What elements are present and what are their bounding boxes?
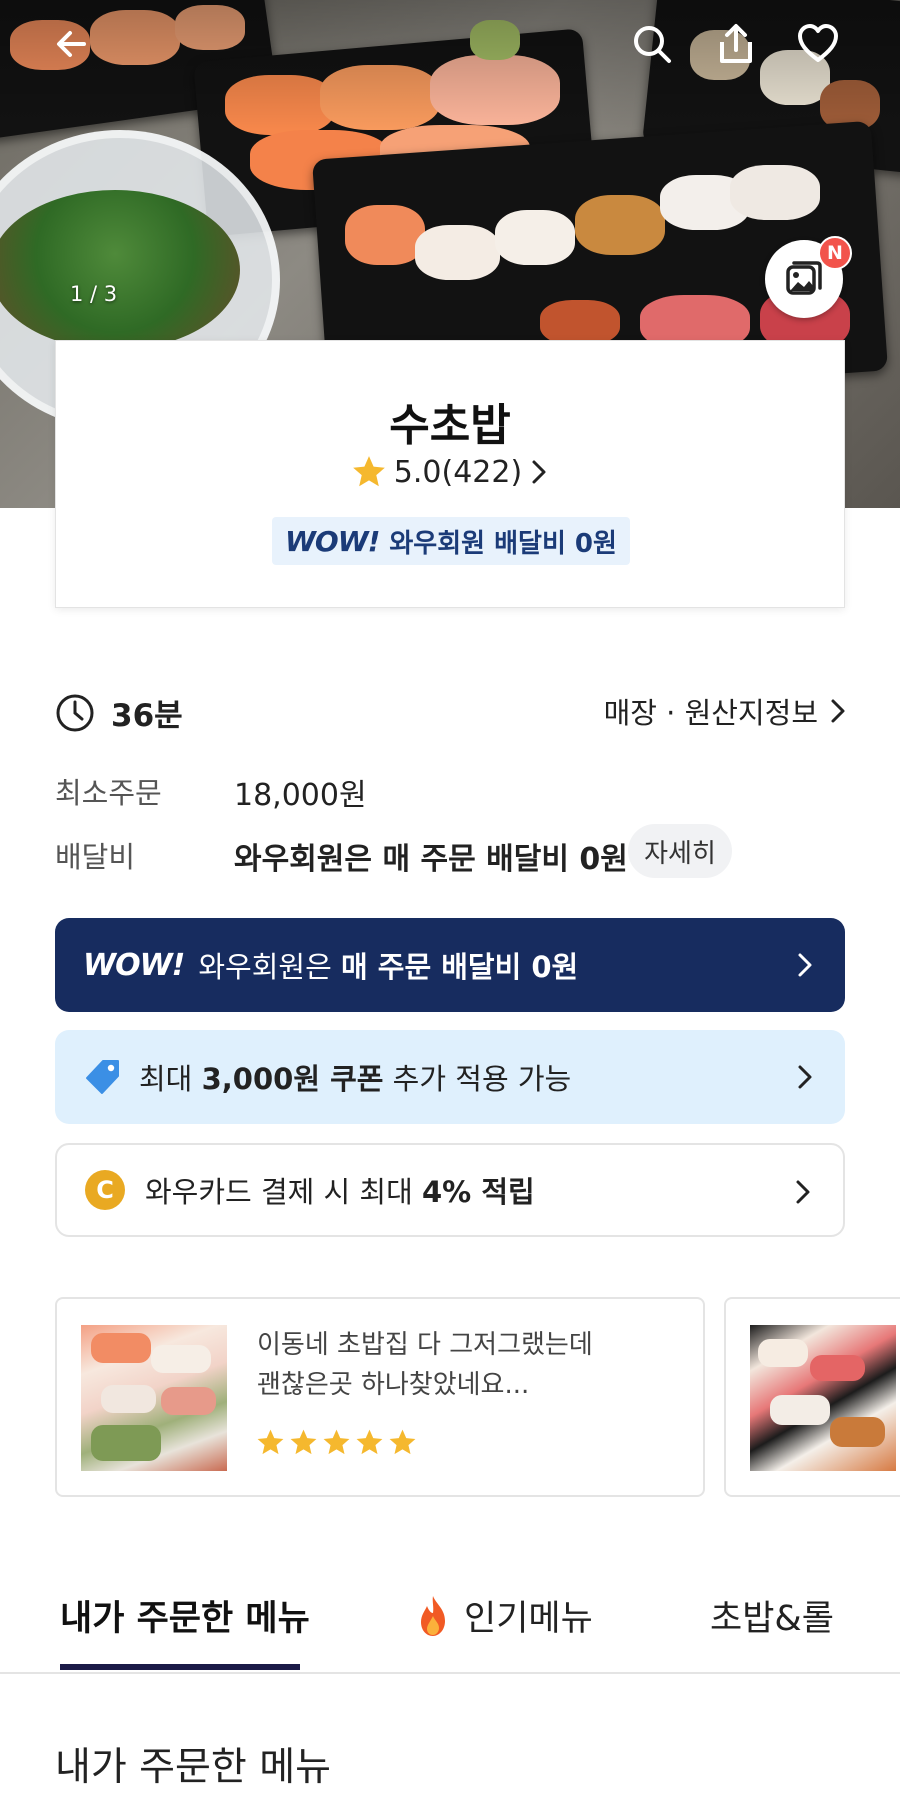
coin-icon: C: [85, 1170, 125, 1210]
arrow-left-icon: [57, 31, 86, 57]
star-icon: [323, 1429, 350, 1455]
share-button[interactable]: [708, 16, 764, 72]
tab-label: 초밥&롤: [710, 1599, 834, 1639]
chevron-right-icon: [798, 953, 812, 977]
review-photo: [750, 1325, 896, 1471]
review-card[interactable]: [724, 1297, 900, 1497]
tab-label: 인기메뉴: [464, 1599, 593, 1639]
origin-link-label: 매장 · 원산지정보: [603, 696, 818, 730]
review-rating: [255, 1427, 418, 1458]
coupon-tag-icon: [86, 1060, 119, 1094]
star-icon: [290, 1429, 317, 1455]
rating-score: 5.0: [393, 454, 442, 490]
coupon-banner[interactable]: 최대 3,000원 쿠폰 추가 적용 가능: [55, 1030, 845, 1124]
store-info-card: 수초밥 5.0 (422) WOW! 와우회원 배달비 0원: [55, 340, 845, 608]
clock-icon: [56, 694, 94, 731]
tab-popular-menu[interactable]: 인기메뉴: [412, 1590, 593, 1641]
rating-link[interactable]: 5.0 (422): [56, 453, 844, 491]
favorite-button[interactable]: [790, 16, 846, 72]
wow-banner-bold: 매 주문 배달비 0원: [341, 950, 579, 984]
min-order-value: 18,000원: [234, 778, 367, 813]
wow-logo: WOW!: [285, 524, 380, 558]
heart-icon: [798, 24, 838, 62]
wow-delivery-badge: WOW! 와우회원 배달비 0원: [272, 517, 630, 565]
review-card[interactable]: 이동네 초밥집 다 그저그랬는데 괜찮은곳 하나찾았네요...: [55, 1297, 705, 1497]
menu-tab-bar: 내가 주문한 메뉴 인기메뉴 초밥&롤: [0, 1560, 900, 1674]
wow-badge-text: 와우회원 배달비 0원: [389, 528, 617, 559]
fire-icon: [421, 1595, 445, 1636]
review-count: (422): [441, 454, 523, 490]
wow-card-reward-banner[interactable]: C 와우카드 결제 시 최대 4% 적립: [55, 1143, 845, 1237]
delivery-time-value: 36분: [111, 698, 183, 734]
active-tab-indicator: [60, 1664, 300, 1670]
coupon-text-bold: 3,000원 쿠폰: [201, 1062, 384, 1096]
back-button[interactable]: [44, 16, 100, 72]
star-icon: [257, 1429, 284, 1455]
min-order-label: 최소주문: [55, 776, 162, 810]
image-counter: 1 / 3: [70, 282, 118, 306]
chevron-right-icon: [532, 460, 546, 484]
card-text-pre: 와우카드 결제 시 최대: [145, 1175, 422, 1209]
star-icon: [389, 1429, 416, 1455]
chevron-right-icon: [796, 1180, 810, 1204]
delivery-fee-label: 배달비: [55, 840, 136, 874]
photo-gallery-icon: [786, 261, 822, 295]
tab-label: 내가 주문한 메뉴: [60, 1599, 310, 1639]
coupon-text-post: 추가 적용 가능: [383, 1062, 572, 1096]
search-button[interactable]: [624, 16, 680, 72]
chevron-right-icon: [831, 699, 845, 723]
tab-my-orders[interactable]: 내가 주문한 메뉴: [60, 1590, 310, 1641]
share-icon: [720, 24, 752, 63]
new-badge: N: [818, 236, 852, 270]
wow-logo: WOW!: [83, 947, 185, 983]
store-name: 수초밥: [389, 400, 511, 451]
review-photo: [81, 1325, 227, 1471]
delivery-time: 36분: [55, 690, 183, 735]
store-origin-info-link[interactable]: 매장 · 원산지정보: [604, 690, 848, 732]
card-text-bold: 4% 적립: [422, 1175, 535, 1209]
review-text: 이동네 초밥집 다 그저그랬는데 괜찮은곳 하나찾았네요...: [257, 1330, 593, 1400]
hero-gradient: [0, 0, 900, 130]
wow-membership-banner[interactable]: WOW! 와우회원은 매 주문 배달비 0원: [55, 918, 845, 1012]
star-icon: [356, 1429, 383, 1455]
delivery-fee-detail-button[interactable]: 자세히: [628, 824, 732, 878]
coupon-text-pre: 최대: [139, 1062, 202, 1096]
search-icon: [634, 26, 671, 63]
star-icon: [352, 456, 385, 487]
section-title: 내가 주문한 메뉴: [55, 1745, 331, 1790]
tab-sushi-roll[interactable]: 초밥&롤: [710, 1590, 834, 1641]
chevron-right-icon: [798, 1065, 812, 1089]
wow-banner-text: 와우회원은: [198, 950, 341, 984]
delivery-fee-value: 와우회원은 매 주문 배달비 0원: [234, 842, 628, 877]
